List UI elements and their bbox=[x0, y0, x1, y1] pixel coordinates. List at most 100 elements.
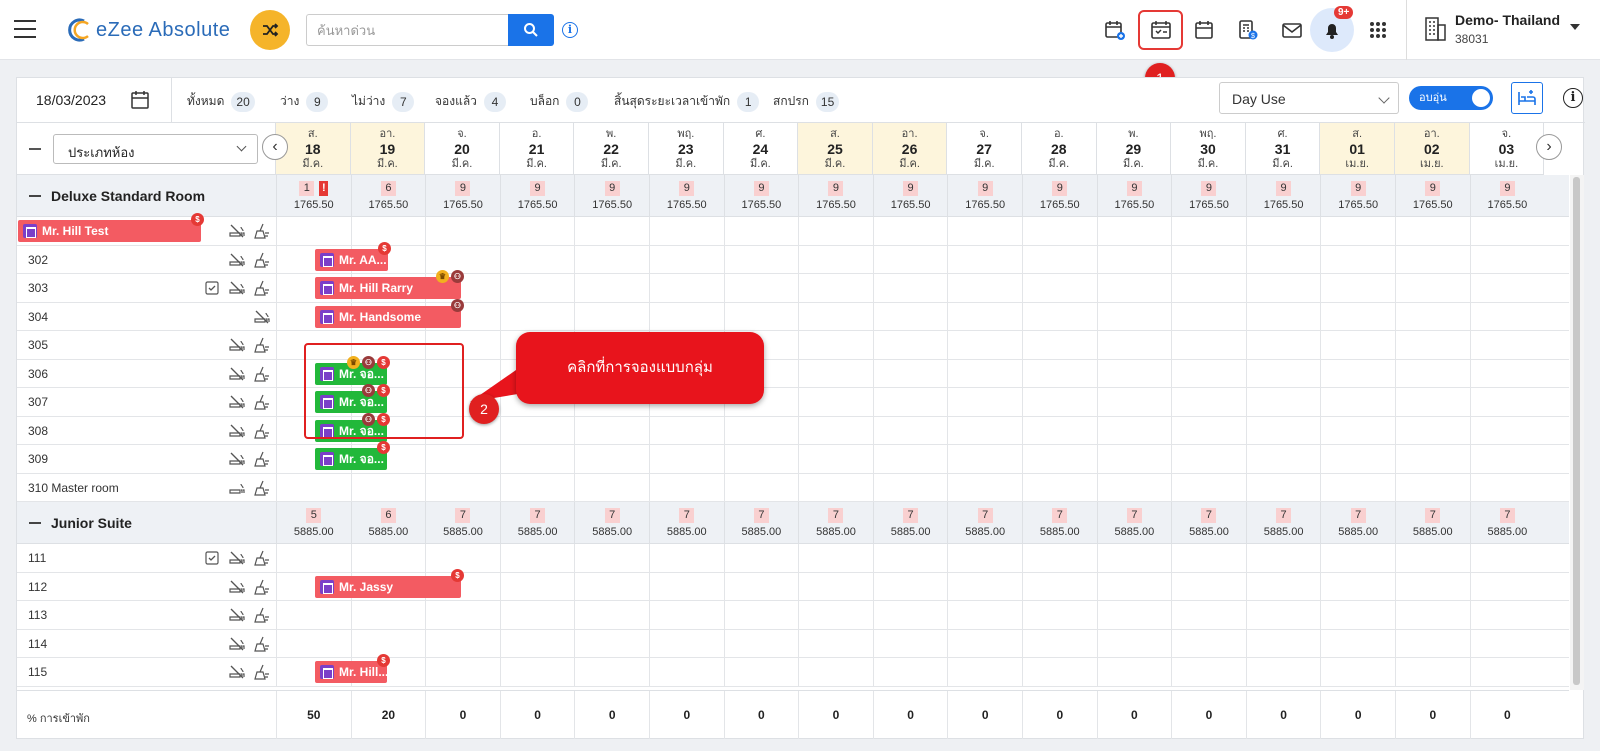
room-date-cell[interactable] bbox=[1022, 629, 1097, 658]
add-reservation-icon[interactable] bbox=[1101, 16, 1129, 44]
room-date-cell[interactable] bbox=[499, 572, 575, 601]
stat-1[interactable]: ว่าง 9 bbox=[280, 92, 329, 112]
room-date-cell[interactable] bbox=[723, 245, 799, 274]
availability-cell[interactable]: 7 5885.00 bbox=[1022, 502, 1097, 544]
room-date-cell[interactable] bbox=[1096, 473, 1172, 502]
room-date-cell[interactable] bbox=[1096, 245, 1172, 274]
room-date-cell[interactable] bbox=[723, 572, 799, 601]
room-date-cell[interactable] bbox=[872, 302, 948, 331]
room-date-cell[interactable] bbox=[1096, 544, 1172, 572]
room-date-cell[interactable] bbox=[798, 658, 873, 686]
date-column-header[interactable]: พฤ. 30 มี.ค. bbox=[1171, 123, 1246, 175]
availability-cell[interactable]: 7 5885.00 bbox=[425, 502, 500, 544]
room-date-cell[interactable] bbox=[499, 416, 575, 445]
availability-cell[interactable]: 7 5885.00 bbox=[1245, 502, 1321, 544]
room-date-cell[interactable] bbox=[499, 217, 575, 245]
info-icon[interactable]: i bbox=[1563, 88, 1583, 108]
stat-2[interactable]: ไม่ว่าง 7 bbox=[352, 92, 415, 112]
room-date-cell[interactable] bbox=[574, 629, 649, 658]
room-number[interactable]: 302 bbox=[28, 253, 48, 267]
room-date-cell[interactable] bbox=[1320, 302, 1395, 331]
room-date-cell[interactable] bbox=[1469, 544, 1545, 572]
room-number[interactable]: 309 bbox=[28, 452, 48, 466]
room-date-cell[interactable] bbox=[649, 217, 724, 245]
collapse-group-icon[interactable] bbox=[29, 195, 41, 197]
room-date-cell[interactable] bbox=[1096, 331, 1172, 359]
room-date-cell[interactable] bbox=[1469, 473, 1545, 502]
room-date-cell[interactable] bbox=[798, 359, 873, 388]
room-date-cell[interactable] bbox=[350, 217, 426, 245]
room-date-cell[interactable] bbox=[499, 544, 575, 572]
room-date-cell[interactable] bbox=[798, 572, 873, 601]
room-date-cell[interactable] bbox=[723, 274, 799, 302]
room-date-cell[interactable] bbox=[574, 658, 649, 686]
room-date-cell[interactable] bbox=[872, 245, 948, 274]
date-column-header[interactable]: อา. 02 เม.ย. bbox=[1395, 123, 1470, 175]
room-date-cell[interactable] bbox=[723, 601, 799, 629]
room-date-cell[interactable] bbox=[947, 245, 1022, 274]
availability-cell[interactable]: 9 1765.50 bbox=[1395, 175, 1470, 217]
room-date-cell[interactable] bbox=[1395, 388, 1470, 416]
availability-cell[interactable]: 9 1765.50 bbox=[649, 175, 724, 217]
room-date-cell[interactable] bbox=[1395, 445, 1470, 473]
room-date-cell[interactable] bbox=[1245, 601, 1321, 629]
room-date-cell[interactable] bbox=[1320, 416, 1395, 445]
stat-6[interactable]: สกปรก 15 bbox=[773, 92, 840, 112]
room-date-cell[interactable] bbox=[723, 416, 799, 445]
room-date-cell[interactable] bbox=[1320, 331, 1395, 359]
room-date-cell[interactable] bbox=[798, 416, 873, 445]
room-type-select[interactable]: ประเภทห้อง bbox=[53, 134, 258, 164]
room-date-cell[interactable] bbox=[1171, 416, 1246, 445]
room-date-cell[interactable] bbox=[1469, 331, 1545, 359]
room-date-cell[interactable] bbox=[1245, 658, 1321, 686]
room-date-cell[interactable] bbox=[649, 416, 724, 445]
room-date-cell[interactable] bbox=[350, 473, 426, 502]
room-date-cell[interactable] bbox=[798, 544, 873, 572]
room-date-cell[interactable] bbox=[425, 473, 500, 502]
room-date-cell[interactable] bbox=[798, 217, 873, 245]
menu-icon[interactable] bbox=[14, 20, 36, 38]
room-date-cell[interactable] bbox=[1320, 245, 1395, 274]
room-date-cell[interactable] bbox=[1171, 331, 1246, 359]
room-date-cell[interactable] bbox=[1096, 217, 1172, 245]
booking-bar[interactable]: Mr. Hill... bbox=[315, 661, 387, 683]
room-date-cell[interactable] bbox=[872, 416, 948, 445]
availability-cell[interactable]: 9 1765.50 bbox=[798, 175, 873, 217]
room-date-cell[interactable] bbox=[499, 302, 575, 331]
room-date-cell[interactable] bbox=[1395, 658, 1470, 686]
room-date-cell[interactable] bbox=[499, 245, 575, 274]
room-date-cell[interactable] bbox=[649, 544, 724, 572]
room-date-cell[interactable] bbox=[499, 658, 575, 686]
room-date-cell[interactable] bbox=[350, 629, 426, 658]
room-date-cell[interactable] bbox=[649, 658, 724, 686]
availability-cell[interactable]: 7 5885.00 bbox=[798, 502, 873, 544]
room-date-cell[interactable] bbox=[649, 245, 724, 274]
room-date-cell[interactable] bbox=[649, 302, 724, 331]
room-date-cell[interactable] bbox=[1245, 388, 1321, 416]
room-date-cell[interactable] bbox=[1320, 445, 1395, 473]
availability-cell[interactable]: 9 1765.50 bbox=[947, 175, 1022, 217]
room-date-cell[interactable] bbox=[1469, 217, 1545, 245]
room-date-cell[interactable] bbox=[1245, 331, 1321, 359]
room-date-cell[interactable] bbox=[947, 445, 1022, 473]
room-date-cell[interactable] bbox=[798, 473, 873, 502]
prev-dates-button[interactable]: ‹ bbox=[262, 134, 288, 160]
room-date-cell[interactable] bbox=[1469, 274, 1545, 302]
room-date-cell[interactable] bbox=[1171, 572, 1246, 601]
booking-bar[interactable]: Mr. Hill Test bbox=[18, 220, 201, 242]
room-date-cell[interactable] bbox=[1395, 302, 1470, 331]
room-date-cell[interactable] bbox=[1245, 629, 1321, 658]
booking-bar[interactable]: Mr. AA... bbox=[315, 248, 388, 271]
room-date-cell[interactable] bbox=[947, 331, 1022, 359]
date-column-header[interactable]: อา. 26 มี.ค. bbox=[872, 123, 948, 175]
room-date-cell[interactable] bbox=[1395, 629, 1470, 658]
view-mode-select[interactable]: Day Use bbox=[1219, 82, 1399, 114]
room-date-cell[interactable] bbox=[499, 473, 575, 502]
date-column-header[interactable]: จ. 03 เม.ย. bbox=[1469, 123, 1545, 175]
room-date-cell[interactable] bbox=[574, 544, 649, 572]
availability-cell[interactable]: 9 1765.50 bbox=[1320, 175, 1395, 217]
room-date-cell[interactable] bbox=[425, 601, 500, 629]
room-date-cell[interactable] bbox=[1245, 416, 1321, 445]
mode-toggle[interactable]: อบอุ่น bbox=[1409, 86, 1493, 110]
room-date-cell[interactable] bbox=[872, 601, 948, 629]
